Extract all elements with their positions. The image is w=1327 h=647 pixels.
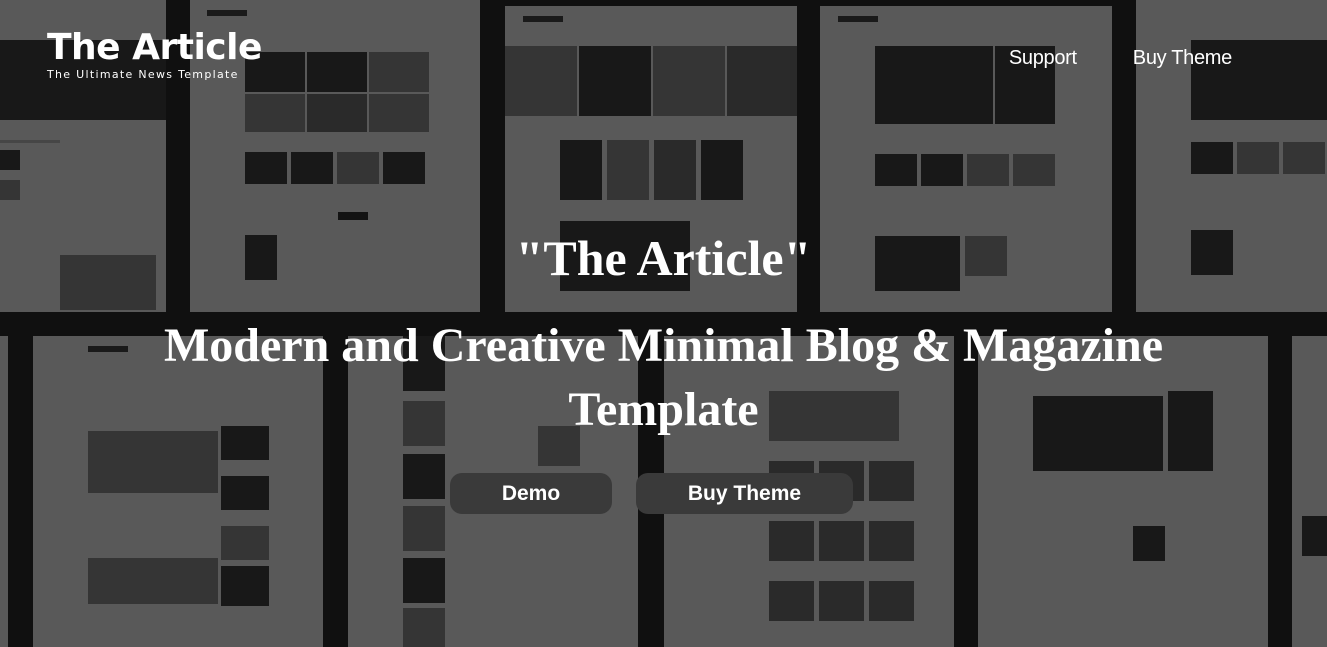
- site-logo[interactable]: The Article The Ultimate News Template: [47, 27, 262, 82]
- hero-section: "The Article" Modern and Creative Minima…: [0, 228, 1327, 442]
- hero-buttons: Demo Buy Theme: [450, 473, 853, 514]
- nav-buy-theme-link[interactable]: Buy Theme: [1133, 47, 1233, 70]
- nav-support-link[interactable]: Support: [1009, 47, 1077, 70]
- logo-title: The Article: [47, 27, 262, 68]
- demo-button[interactable]: Demo: [450, 473, 612, 514]
- hero-heading: Modern and Creative Minimal Blog & Magaz…: [164, 319, 1163, 436]
- top-nav: Support Buy Theme: [1009, 47, 1232, 70]
- hero-quote: "The Article": [515, 230, 812, 286]
- logo-subtitle: The Ultimate News Template: [47, 68, 239, 81]
- buy-theme-button[interactable]: Buy Theme: [636, 473, 853, 514]
